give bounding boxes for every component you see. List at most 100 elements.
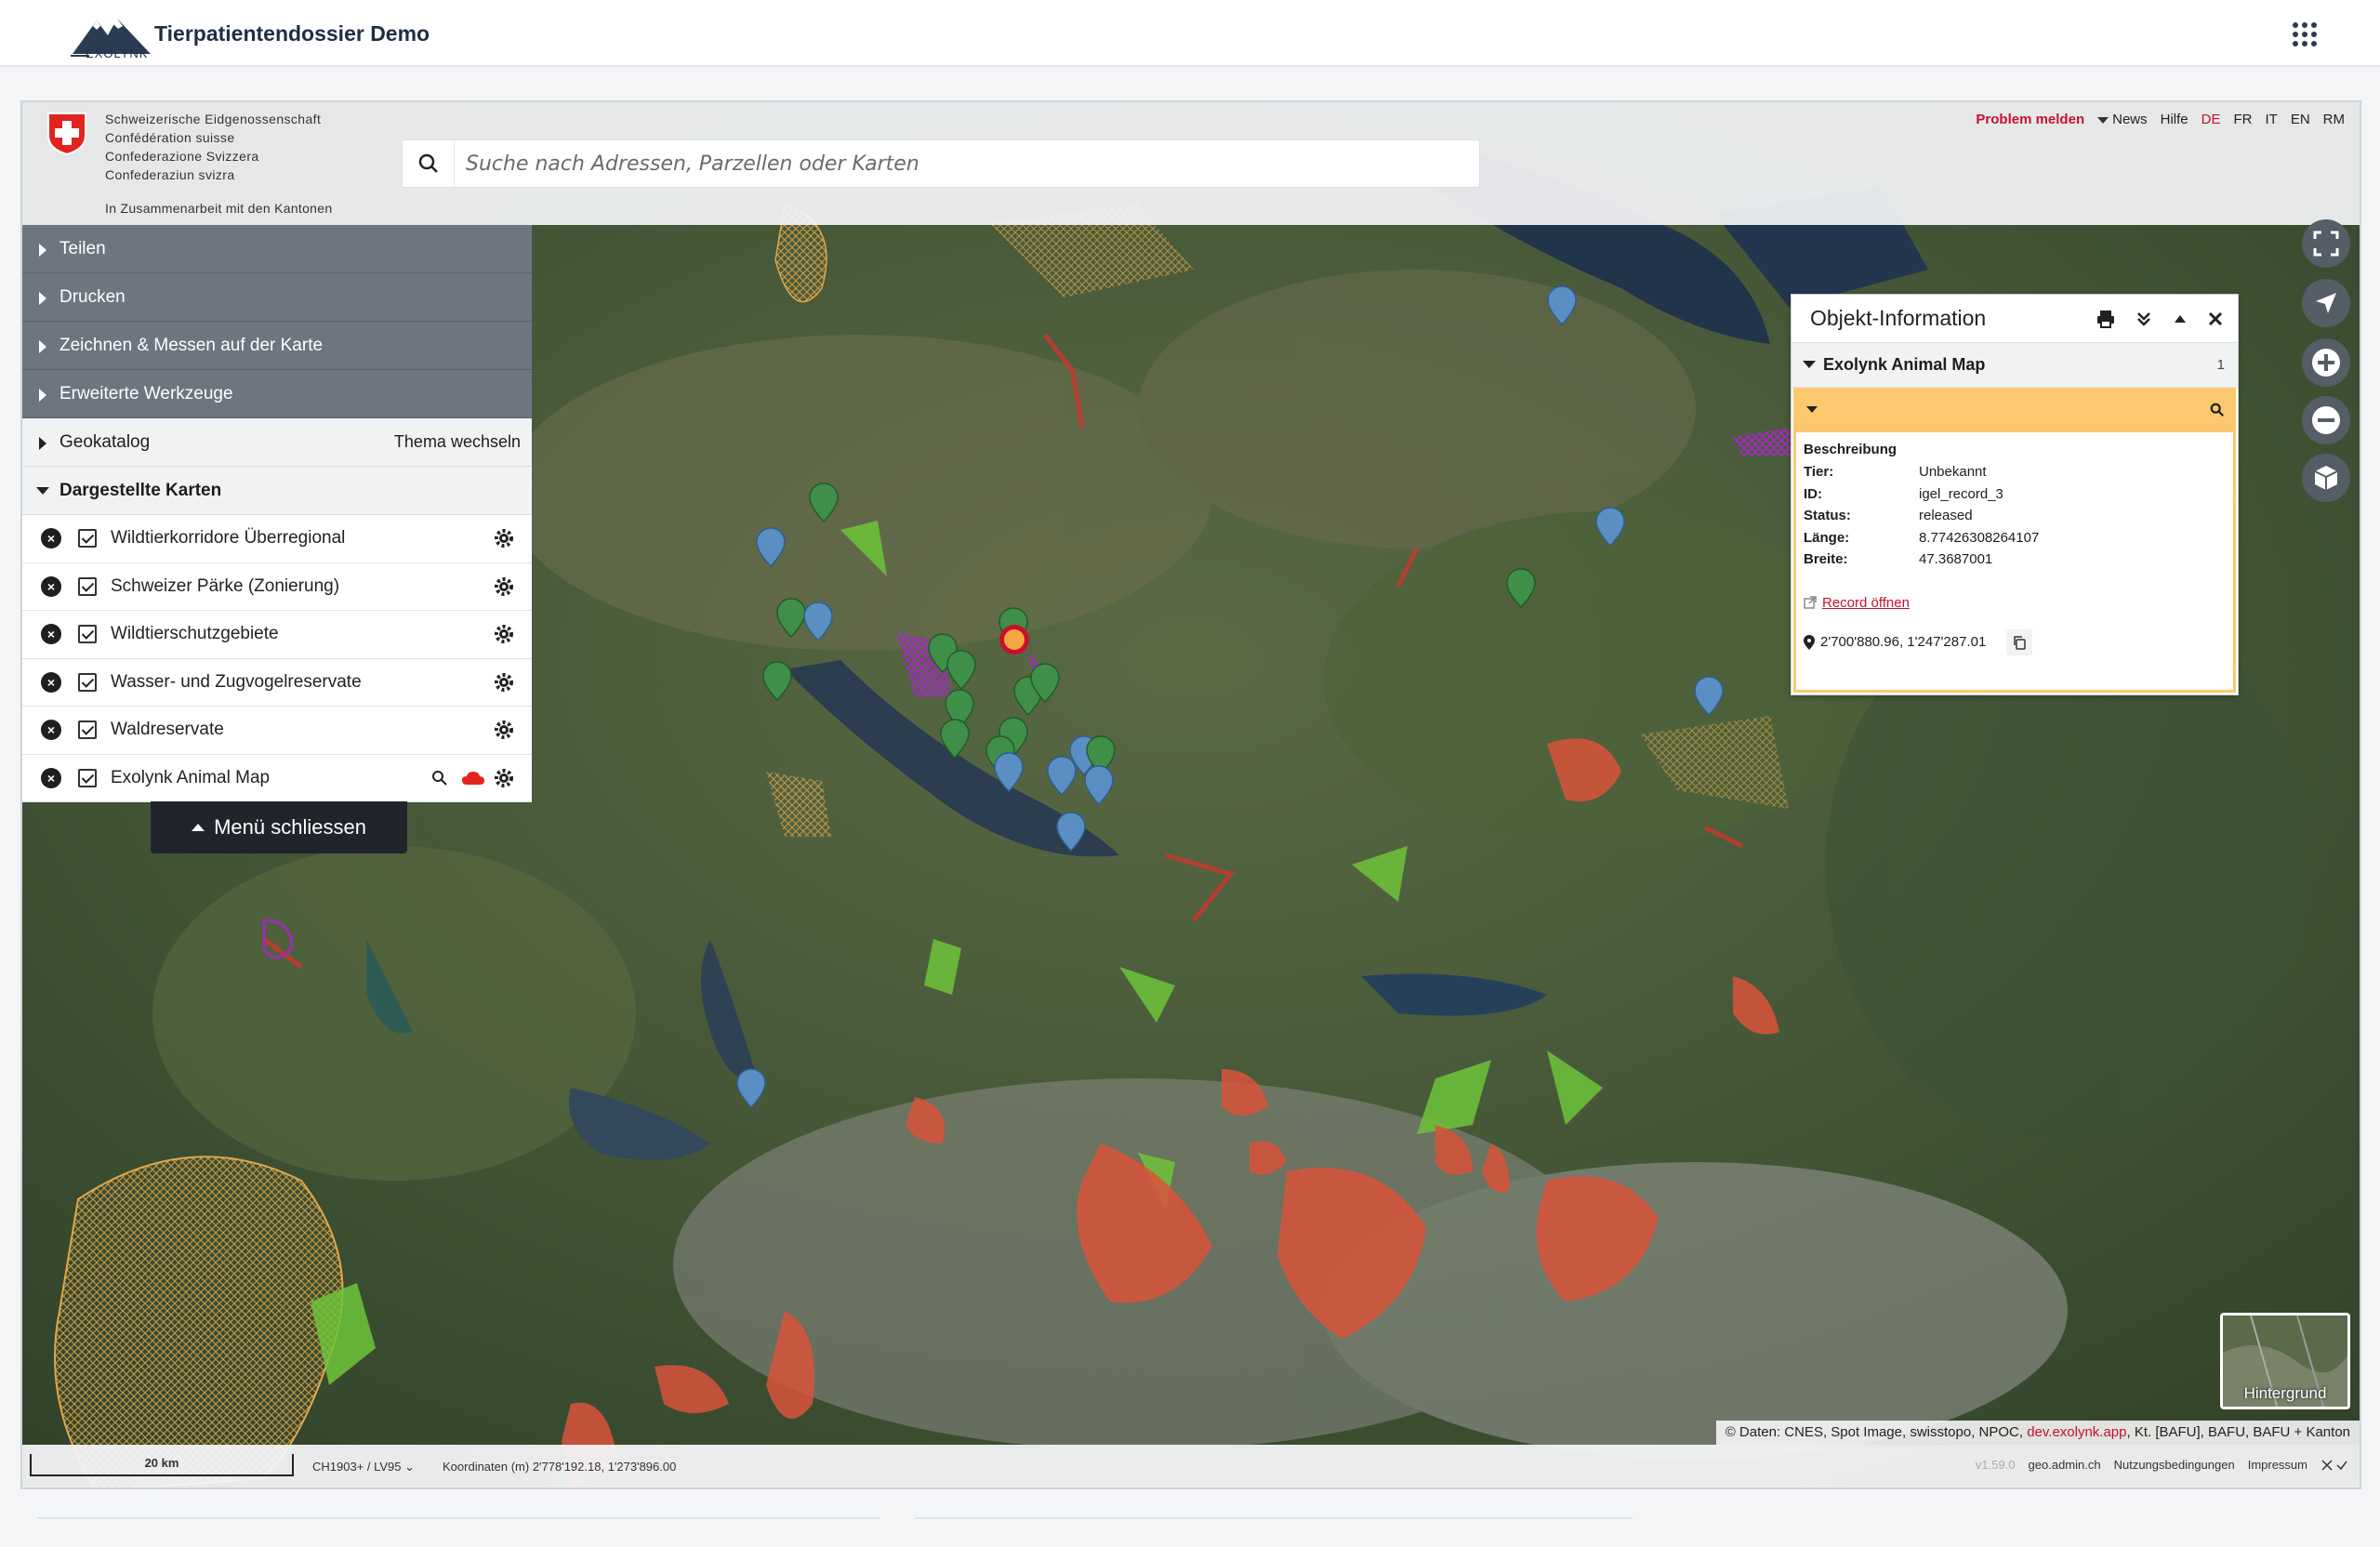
- zoom-in-button[interactable]: [2302, 338, 2350, 387]
- background-switcher[interactable]: Hintergrund: [2220, 1313, 2350, 1409]
- remove-layer-button[interactable]: ×: [41, 671, 61, 693]
- cloud-icon[interactable]: [461, 770, 485, 787]
- search-input[interactable]: [466, 148, 1461, 179]
- attribute-value: Unbekannt: [1919, 464, 1987, 480]
- apps-grid-icon[interactable]: [2293, 22, 2317, 46]
- remove-layer-button[interactable]: ×: [41, 720, 61, 741]
- close-icon[interactable]: [2208, 311, 2223, 326]
- menu-print[interactable]: Drucken: [22, 273, 532, 322]
- remove-layer-button[interactable]: ×: [41, 624, 61, 645]
- map-attribution: © Daten: CNES, Spot Image, swisstopo, NP…: [1715, 1421, 2360, 1445]
- lang-rm[interactable]: RM: [2323, 112, 2345, 127]
- gear-icon[interactable]: [493, 767, 515, 789]
- cantons-note: In Zusammenarbeit mit den Kantonen: [105, 201, 333, 216]
- print-icon[interactable]: [2096, 310, 2115, 328]
- record-open-link[interactable]: Record öffnen: [1804, 595, 2226, 611]
- version-label: v1.59.0: [1975, 1458, 2016, 1472]
- gear-icon[interactable]: [493, 623, 515, 645]
- layer-visibility-checkbox[interactable]: [78, 529, 97, 549]
- crs-selector[interactable]: CH1903+ / LV95 ⌄: [312, 1460, 415, 1474]
- terms-link[interactable]: Nutzungsbedingungen: [2114, 1458, 2235, 1472]
- logo-text: EXOLYNK: [86, 46, 149, 60]
- remove-layer-button[interactable]: ×: [41, 575, 61, 597]
- attribution-text: © Daten: CNES, Spot Image, swisstopo, NP…: [1725, 1424, 2024, 1440]
- 3d-view-button[interactable]: [2302, 454, 2350, 502]
- remove-layer-button[interactable]: ×: [41, 528, 61, 549]
- close-menu-button[interactable]: Menü schliessen: [151, 801, 407, 853]
- cube-icon: [2314, 466, 2338, 490]
- accessibility-icon[interactable]: [2320, 1459, 2348, 1472]
- zoom-to-layer-icon[interactable]: [431, 770, 448, 787]
- location-arrow-icon: [2316, 293, 2336, 313]
- gear-icon[interactable]: [493, 575, 515, 598]
- minus-icon: [2312, 406, 2340, 434]
- confed-rm: Confederaziun svizra: [105, 167, 235, 182]
- feature-header[interactable]: [1793, 388, 2236, 432]
- menu-draw-measure[interactable]: Zeichnen & Messen auf der Karte: [22, 322, 532, 370]
- geolocation-button[interactable]: [2302, 279, 2350, 327]
- divider: [915, 1517, 1633, 1519]
- layer-row: × Waldreservate: [22, 707, 532, 755]
- remove-layer-button[interactable]: ×: [41, 767, 61, 788]
- geoadmin-header: Schweizerische Eidgenossenschaft Confédé…: [22, 102, 2360, 225]
- popup-layer-name: Exolynk Animal Map: [1823, 355, 1986, 374]
- attribute-key: ID:: [1804, 485, 1822, 502]
- background-label: Hintergrund: [2243, 1384, 2327, 1402]
- double-chevron-down-icon[interactable]: [2135, 311, 2152, 327]
- menu-displayed-maps[interactable]: Dargestellte Karten: [22, 467, 532, 515]
- collapse-up-icon[interactable]: [2173, 311, 2188, 326]
- confederation-names: Schweizerische Eidgenossenschaft Confédé…: [105, 110, 321, 184]
- confed-de: Schweizerische Eidgenossenschaft: [105, 112, 322, 126]
- lang-de[interactable]: DE: [2202, 112, 2221, 127]
- top-nav: Problem melden News Hilfe DE FR IT EN RM: [1976, 112, 2345, 127]
- copy-button[interactable]: [2006, 628, 2033, 655]
- attribution-link[interactable]: dev.exolynk.app: [2027, 1424, 2126, 1440]
- swiss-coat-of-arms-icon[interactable]: [46, 112, 87, 156]
- attribute-row: ID: igel_record_3: [1804, 483, 2226, 506]
- layer-visibility-checkbox[interactable]: [78, 625, 97, 644]
- layer-visibility-checkbox[interactable]: [78, 721, 97, 740]
- gear-icon[interactable]: [493, 527, 515, 549]
- gear-icon[interactable]: [493, 671, 515, 694]
- menu-share-label: Teilen: [60, 238, 106, 258]
- layer-visibility-checkbox[interactable]: [78, 768, 97, 787]
- divider: [37, 1517, 879, 1519]
- menu-advanced-tools[interactable]: Erweiterte Werkzeuge: [22, 370, 532, 418]
- attribute-row: Länge: 8.77426308264107: [1804, 527, 2226, 549]
- layer-visibility-checkbox[interactable]: [78, 672, 97, 692]
- attribute-value: 8.77426308264107: [1919, 529, 2040, 546]
- zoom-out-button[interactable]: [2302, 396, 2350, 444]
- fullscreen-button[interactable]: [2302, 219, 2350, 268]
- app-bar: EXOLYNK Tierpatientendossier Demo: [0, 0, 2380, 67]
- lang-fr[interactable]: FR: [2233, 112, 2252, 127]
- lang-en[interactable]: EN: [2291, 112, 2310, 127]
- feature-coordinates: 2'700'880.96, 1'247'287.01: [1804, 628, 2226, 655]
- attribute-key: Status:: [1804, 508, 1851, 523]
- search-button[interactable]: [403, 140, 455, 187]
- popup-title: Objekt-Information: [1810, 306, 1987, 330]
- map-pin-icon: [1804, 634, 1815, 650]
- lang-it[interactable]: IT: [2265, 112, 2277, 127]
- help-link[interactable]: Hilfe: [2161, 112, 2188, 127]
- map-footer: 20 km CH1903+ / LV95 ⌄ Koordinaten (m) 2…: [22, 1445, 2360, 1488]
- popup-header: Objekt-Information: [1792, 295, 2238, 343]
- layer-visibility-checkbox[interactable]: [78, 576, 97, 596]
- menu-share[interactable]: Teilen: [22, 225, 532, 273]
- menu-geocatalog[interactable]: Geokatalog Thema wechseln: [22, 418, 532, 467]
- plus-icon: [2312, 349, 2340, 377]
- zoom-to-feature-icon[interactable]: [2210, 403, 2225, 417]
- layer-row: × Exolynk Animal Map: [22, 754, 532, 802]
- imprint-link[interactable]: Impressum: [2248, 1458, 2307, 1472]
- chevron-up-icon: [192, 824, 205, 831]
- change-theme-link[interactable]: Thema wechseln: [394, 432, 521, 452]
- report-problem-link[interactable]: Problem melden: [1976, 112, 2084, 127]
- layer-row: × Wildtierkorridore Überregional: [22, 515, 532, 563]
- map-viewer: Schweizerische Eidgenossenschaft Confédé…: [20, 100, 2361, 1489]
- chevron-down-icon: ⌄: [404, 1460, 416, 1474]
- news-dropdown[interactable]: News: [2097, 112, 2148, 127]
- gear-icon[interactable]: [493, 719, 515, 741]
- scale-label: 20 km: [144, 1456, 179, 1470]
- geoadmin-link[interactable]: geo.admin.ch: [2029, 1458, 2101, 1472]
- popup-layer-header[interactable]: Exolynk Animal Map 1: [1792, 343, 2238, 388]
- news-label: News: [2112, 112, 2148, 127]
